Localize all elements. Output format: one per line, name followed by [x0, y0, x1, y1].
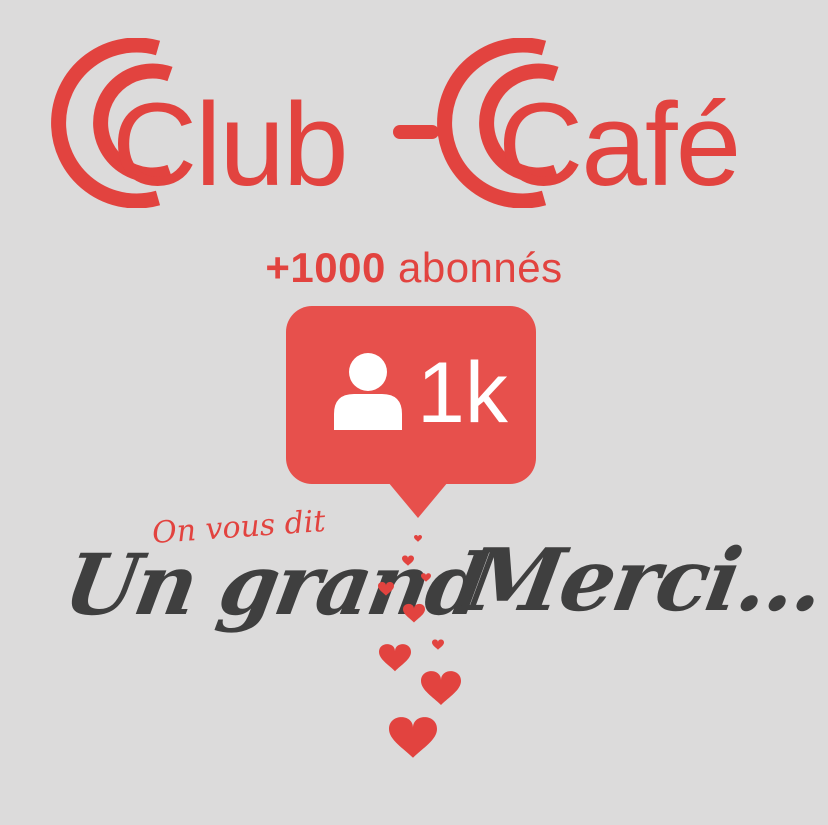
heart-icon [378, 582, 394, 596]
heart-icon [389, 717, 437, 758]
hearts-trail [378, 535, 461, 758]
heart-icon [421, 671, 461, 705]
heart-icon [432, 639, 444, 650]
heart-icon [421, 573, 431, 582]
heart-icon [379, 644, 411, 672]
thank-you-poster: Club Café +1000 abonnés 1k On vous dit U… [0, 0, 828, 825]
heart-icon [402, 555, 414, 566]
heart-icon [414, 535, 422, 542]
heart-icon [403, 603, 425, 623]
